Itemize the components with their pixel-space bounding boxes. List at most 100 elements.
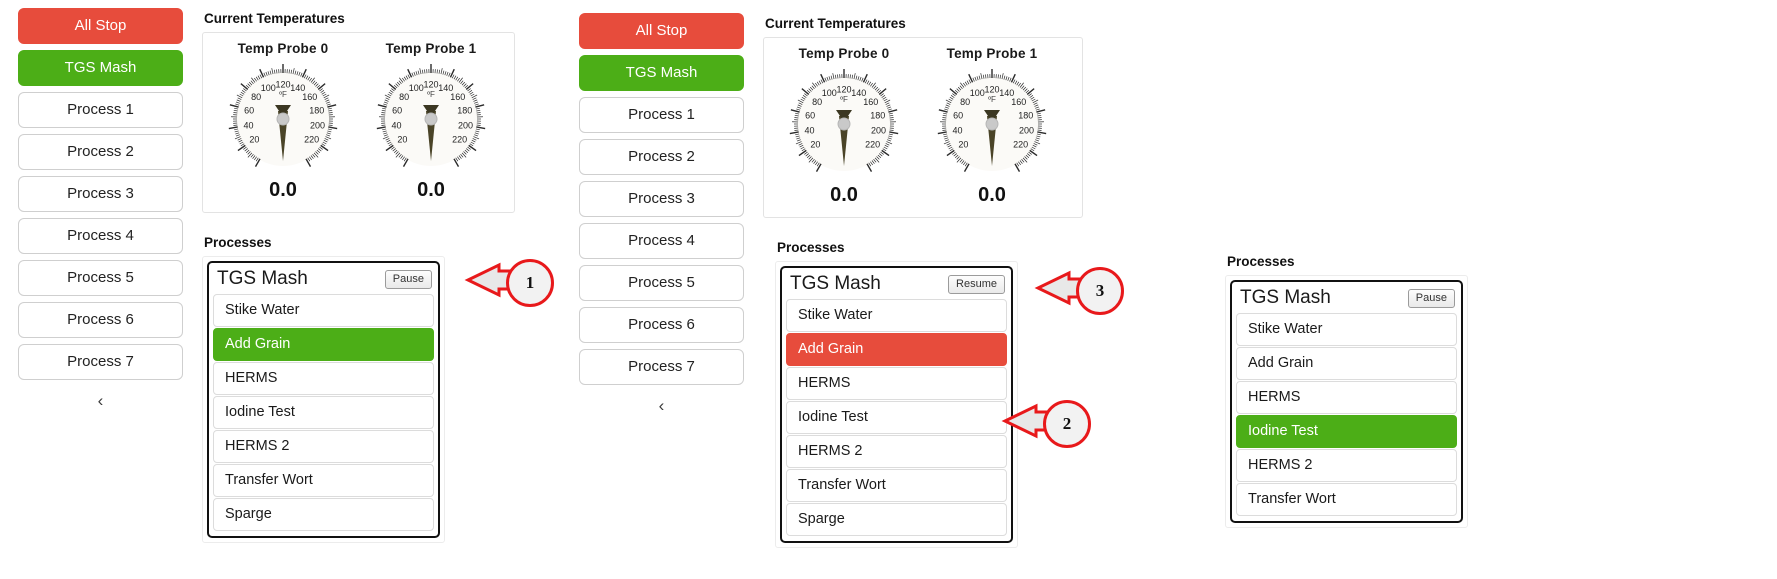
svg-text:20: 20 (249, 135, 259, 145)
tgs-mash-button[interactable]: TGS Mash (579, 55, 744, 91)
svg-text:180: 180 (1018, 110, 1033, 120)
gauge-temp-probe-1: Temp Probe 1 20 40 60 80 100 120 140 160 180 200 2… (922, 46, 1062, 207)
process-step-stike-water[interactable]: Stike Water (786, 299, 1007, 332)
process-step-stike-water[interactable]: Stike Water (213, 294, 434, 327)
svg-text:200: 200 (871, 126, 886, 136)
svg-text:160: 160 (302, 92, 317, 102)
resume-button-panel-2[interactable]: Resume (948, 274, 1005, 294)
process-title: TGS Mash (790, 273, 881, 294)
sidebar-item-process-2[interactable]: Process 2 (579, 139, 744, 175)
process-step-herms-2[interactable]: HERMS 2 (1236, 449, 1457, 482)
temperatures-card: Temp Probe 0 20 40 60 80 100 120 140 160 180 200 2… (763, 37, 1083, 218)
process-step-herms[interactable]: HERMS (213, 362, 434, 395)
all-stop-button[interactable]: All Stop (579, 13, 744, 49)
sidebar-item-process-7[interactable]: Process 7 (579, 349, 744, 385)
process-header: TGS Mash Resume (786, 271, 1007, 299)
sidebar-item-process-3[interactable]: Process 3 (18, 176, 183, 212)
svg-text:80: 80 (960, 97, 970, 107)
sidebar-item-process-2[interactable]: Process 2 (18, 134, 183, 170)
screenshot-panel-paused: All Stop TGS Mash Process 1 Process 2 Pr… (560, 0, 1120, 579)
sidebar-item-process-6[interactable]: Process 6 (579, 307, 744, 343)
process-step-sparge[interactable]: Sparge (213, 498, 434, 531)
sidebar-collapse-chevron-left-icon[interactable]: ‹ (579, 391, 744, 421)
sidebar-item-process-4[interactable]: Process 4 (579, 223, 744, 259)
process-header: TGS Mash Pause (1236, 285, 1457, 313)
temperatures-card: Temp Probe 0 20 40 60 80 100 120 140 160 180 200 2… (202, 32, 515, 213)
sidebar-item-process-3[interactable]: Process 3 (579, 181, 744, 217)
pause-button-panel-1[interactable]: Pause (384, 269, 432, 289)
gauge-temp-probe-1: Temp Probe 1 20 40 60 80 100 120 140 160 180 200 2… (361, 41, 501, 202)
sidebar-item-process-6[interactable]: Process 6 (18, 302, 183, 338)
svg-text:180: 180 (457, 105, 472, 115)
svg-text:100: 100 (970, 88, 985, 98)
sidebar-item-process-5[interactable]: Process 5 (579, 265, 744, 301)
gauge-title: Temp Probe 1 (385, 41, 477, 56)
svg-text:ºF: ºF (279, 90, 287, 99)
sidebar-item-process-7[interactable]: Process 7 (18, 344, 183, 380)
process-title: TGS Mash (217, 268, 308, 289)
process-step-herms-2[interactable]: HERMS 2 (786, 435, 1007, 468)
processes-heading: Processes (204, 235, 272, 250)
process-step-add-grain[interactable]: Add Grain (213, 328, 434, 361)
gauge-value: 0.0 (269, 179, 297, 201)
process-step-stike-water[interactable]: Stike Water (1236, 313, 1457, 346)
sidebar-panel-2: All Stop TGS Mash Process 1 Process 2 Pr… (579, 13, 744, 421)
svg-text:120: 120 (836, 85, 851, 95)
annotation-marker-2: 2 (1043, 400, 1091, 448)
svg-text:220: 220 (304, 135, 319, 145)
gauge-title: Temp Probe 1 (946, 46, 1038, 61)
process-step-herms[interactable]: HERMS (1236, 381, 1457, 414)
svg-text:160: 160 (450, 92, 465, 102)
process-step-iodine-test[interactable]: Iodine Test (213, 396, 434, 429)
current-temperatures-heading: Current Temperatures (765, 16, 906, 31)
svg-text:40: 40 (392, 121, 402, 131)
temperatures-section-panel-2: Current Temperatures Temp Probe 0 20 40 60… (763, 16, 1083, 218)
svg-text:220: 220 (1013, 140, 1028, 150)
process-step-herms-2[interactable]: HERMS 2 (213, 430, 434, 463)
process-step-add-grain[interactable]: Add Grain (1236, 347, 1457, 380)
svg-text:60: 60 (953, 110, 963, 120)
process-title: TGS Mash (1240, 287, 1331, 308)
process-header: TGS Mash Pause (213, 266, 434, 294)
process-step-iodine-test[interactable]: Iodine Test (786, 401, 1007, 434)
sidebar-item-process-5[interactable]: Process 5 (18, 260, 183, 296)
svg-text:220: 220 (865, 140, 880, 150)
screenshot-panel-advanced: Processes TGS Mash Pause Stike Water Add … (1225, 0, 1777, 579)
svg-text:180: 180 (309, 105, 324, 115)
svg-text:200: 200 (458, 121, 473, 131)
current-temperatures-heading: Current Temperatures (204, 11, 345, 26)
process-list-panel-1: TGS Mash Pause Stike Water Add Grain HERMS… (207, 261, 440, 538)
process-step-add-grain[interactable]: Add Grain (786, 333, 1007, 366)
svg-text:200: 200 (1019, 126, 1034, 136)
processes-section-panel-3: Processes TGS Mash Pause Stike Water Add … (1225, 254, 1468, 528)
process-step-herms[interactable]: HERMS (786, 367, 1007, 400)
process-step-transfer-wort[interactable]: Transfer Wort (1236, 483, 1457, 516)
tgs-mash-button[interactable]: TGS Mash (18, 50, 183, 86)
sidebar-collapse-chevron-left-icon[interactable]: ‹ (18, 386, 183, 416)
analog-gauge-dial: 20406080100 120 140160180200220ºF (376, 64, 486, 167)
process-step-transfer-wort[interactable]: Transfer Wort (786, 469, 1007, 502)
svg-text:ºF: ºF (840, 95, 848, 104)
analog-gauge-dial: 20406080100 120 140160180200220ºF (228, 64, 338, 167)
sidebar-item-process-4[interactable]: Process 4 (18, 218, 183, 254)
processes-card: TGS Mash Resume Stike Water Add Grain HERM… (775, 261, 1018, 548)
svg-text:180: 180 (870, 110, 885, 120)
process-step-sparge[interactable]: Sparge (786, 503, 1007, 536)
svg-text:20: 20 (810, 140, 820, 150)
gauge-title: Temp Probe 0 (237, 41, 329, 56)
pause-button-panel-3[interactable]: Pause (1407, 288, 1455, 308)
svg-text:20: 20 (397, 135, 407, 145)
process-step-iodine-test[interactable]: Iodine Test (1236, 415, 1457, 448)
temperatures-section-panel-1: Current Temperatures Temp Probe 0 20 40 60… (202, 11, 515, 213)
svg-text:ºF: ºF (988, 95, 996, 104)
svg-text:120: 120 (984, 85, 999, 95)
svg-text:160: 160 (1011, 97, 1026, 107)
svg-text:120: 120 (275, 80, 290, 90)
process-step-transfer-wort[interactable]: Transfer Wort (213, 464, 434, 497)
sidebar-item-process-1[interactable]: Process 1 (579, 97, 744, 133)
sidebar-item-process-1[interactable]: Process 1 (18, 92, 183, 128)
svg-text:ºF: ºF (427, 90, 435, 99)
gauge-temp-probe-0: Temp Probe 0 20 40 60 80 100 120 140 160 180 200 2… (213, 41, 353, 202)
svg-text:80: 80 (812, 97, 822, 107)
all-stop-button[interactable]: All Stop (18, 8, 183, 44)
